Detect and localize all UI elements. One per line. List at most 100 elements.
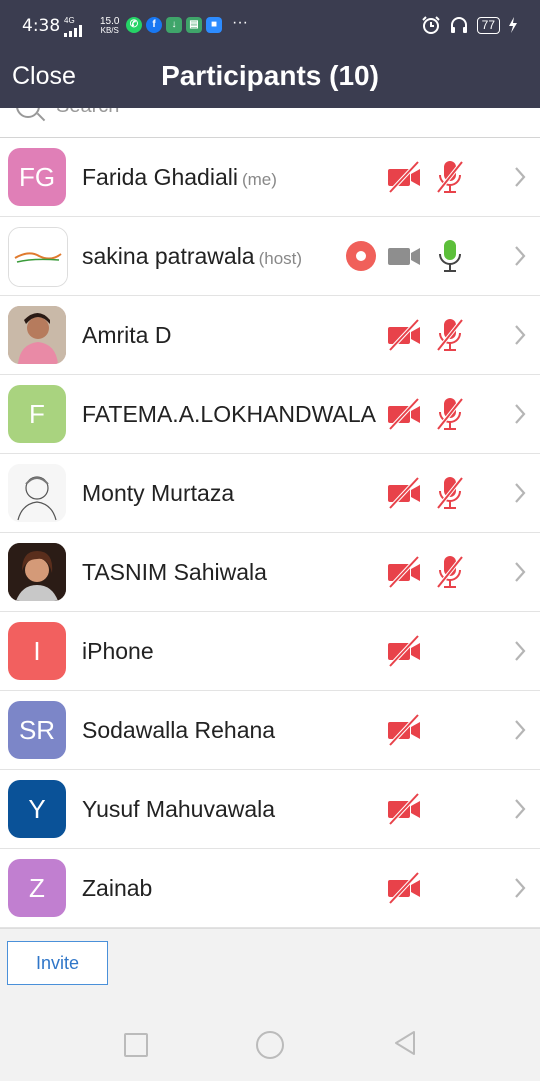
search-icon	[16, 108, 40, 118]
chevron-right-icon[interactable]	[514, 245, 526, 267]
participants-header: Close Participants (10)	[0, 52, 540, 108]
participant-name-container: Amrita D	[82, 322, 171, 349]
participant-row[interactable]: Y Yusuf Mahuvawala	[0, 770, 540, 849]
video-on-icon[interactable]	[386, 239, 422, 273]
video-off-icon[interactable]	[386, 792, 422, 826]
participant-status-icons	[386, 318, 468, 352]
participant-row[interactable]: IiPhone	[0, 612, 540, 691]
status-bar: 4:38 4G 15.0 KB/S ✆ f ↓ ▤ ■ ··· 77	[0, 0, 540, 52]
invite-button[interactable]: Invite	[7, 941, 108, 985]
mic-on-icon[interactable]	[432, 239, 468, 273]
whatsapp-icon: ✆	[126, 17, 142, 33]
mic-muted-icon[interactable]	[432, 160, 468, 194]
mic-muted-icon[interactable]	[432, 318, 468, 352]
video-off-icon[interactable]	[386, 318, 422, 352]
more-notifications-icon: ···	[232, 14, 248, 31]
video-off-icon[interactable]	[386, 555, 422, 589]
chevron-right-icon[interactable]	[514, 561, 526, 583]
profile-photo	[8, 543, 66, 601]
participant-name: sakina patrawala	[82, 243, 255, 269]
network-speed: 15.0 KB/S	[100, 17, 119, 35]
mic-muted-icon[interactable]	[432, 476, 468, 510]
chevron-right-icon[interactable]	[514, 640, 526, 662]
avatar-initials: SR	[18, 715, 56, 745]
video-off-icon[interactable]	[386, 160, 422, 194]
participant-row[interactable]: TASNIM Sahiwala	[0, 533, 540, 612]
avatar	[8, 543, 66, 601]
participant-row[interactable]: FG Farida Ghadiali (me)	[0, 138, 540, 217]
avatar: Y	[8, 780, 66, 838]
footer: Invite	[0, 928, 540, 1081]
participant-role-tag: (host)	[258, 249, 303, 268]
wellness-logo	[9, 228, 67, 286]
recent-apps-button[interactable]	[124, 1033, 148, 1057]
battery-icon: 77	[476, 16, 500, 34]
participant-row[interactable]: sakina patrawala (host)	[0, 217, 540, 296]
status-time: 4:38	[22, 16, 61, 36]
chevron-right-icon[interactable]	[514, 482, 526, 504]
participant-name-container: Yusuf Mahuvawala	[82, 796, 275, 823]
participant-row[interactable]: Amrita D	[0, 296, 540, 375]
video-off-icon[interactable]	[386, 397, 422, 431]
participant-row[interactable]: SR Sodawalla Rehana	[0, 691, 540, 770]
participant-status-icons	[386, 476, 468, 510]
network-speed-unit: KB/S	[100, 26, 119, 35]
avatar	[8, 227, 68, 287]
chevron-right-icon[interactable]	[514, 719, 526, 741]
page-title: Participants (10)	[161, 60, 379, 91]
participant-role-tag: (me)	[241, 170, 277, 189]
video-off-icon[interactable]	[386, 634, 422, 668]
mic-placeholder	[432, 713, 468, 747]
participant-name: TASNIM Sahiwala	[82, 559, 267, 585]
participant-name-container: Farida Ghadiali (me)	[82, 164, 277, 191]
chevron-right-icon[interactable]	[514, 798, 526, 820]
search-bar[interactable]: Search	[0, 108, 540, 138]
mic-muted-icon[interactable]	[432, 555, 468, 589]
avatar	[8, 306, 66, 364]
search-input[interactable]: Search	[56, 108, 119, 118]
avatar-initials: F	[29, 399, 45, 429]
download-icon: ↓	[166, 17, 182, 33]
alarm-icon	[421, 16, 440, 34]
video-off-icon[interactable]	[386, 713, 422, 747]
chevron-right-icon[interactable]	[514, 877, 526, 899]
video-off-icon[interactable]	[386, 871, 422, 905]
participant-list: FG Farida Ghadiali (me) sakina patrawala (h…	[0, 138, 540, 928]
chevron-right-icon[interactable]	[514, 324, 526, 346]
network-type: 4G	[64, 16, 75, 25]
zoom-icon: ■	[206, 17, 222, 33]
avatar-initials: I	[33, 636, 41, 666]
participant-name-container: FATEMA.A.LOKHANDWALA	[82, 401, 376, 428]
participant-status-icons	[386, 713, 468, 747]
participant-name: Yusuf Mahuvawala	[82, 796, 276, 822]
chevron-right-icon[interactable]	[514, 166, 526, 188]
avatar	[8, 464, 66, 522]
participant-name-container: Zainab	[82, 875, 152, 902]
chevron-right-icon[interactable]	[514, 403, 526, 425]
recording-icon	[346, 241, 376, 271]
participant-name-container: TASNIM Sahiwala	[82, 559, 267, 586]
participant-status-icons	[386, 555, 468, 589]
participant-status-icons	[386, 397, 468, 431]
app-notification-icon: ▤	[186, 17, 202, 33]
participant-row[interactable]: F FATEMA.A.LOKHANDWALA	[0, 375, 540, 454]
participant-status-icons	[386, 634, 468, 668]
participant-name-container: iPhone	[82, 638, 154, 665]
charging-icon	[509, 17, 517, 33]
participant-row[interactable]: Monty Murtaza	[0, 454, 540, 533]
mic-placeholder	[432, 871, 468, 905]
avatar-initials: Y	[28, 794, 46, 824]
participant-name: Monty Murtaza	[82, 480, 235, 506]
mic-muted-icon[interactable]	[432, 397, 468, 431]
video-off-icon[interactable]	[386, 476, 422, 510]
avatar: Z	[8, 859, 66, 917]
profile-photo	[8, 306, 66, 364]
participant-name-container: Sodawalla Rehana	[82, 717, 275, 744]
home-button[interactable]	[256, 1031, 284, 1059]
participant-name: Amrita D	[82, 322, 172, 348]
participant-name: FATEMA.A.LOKHANDWALA	[82, 401, 376, 427]
participant-row[interactable]: Z Zainab	[0, 849, 540, 928]
profile-sketch	[8, 464, 66, 522]
back-button[interactable]	[392, 1029, 418, 1057]
participant-status-icons	[346, 239, 468, 273]
